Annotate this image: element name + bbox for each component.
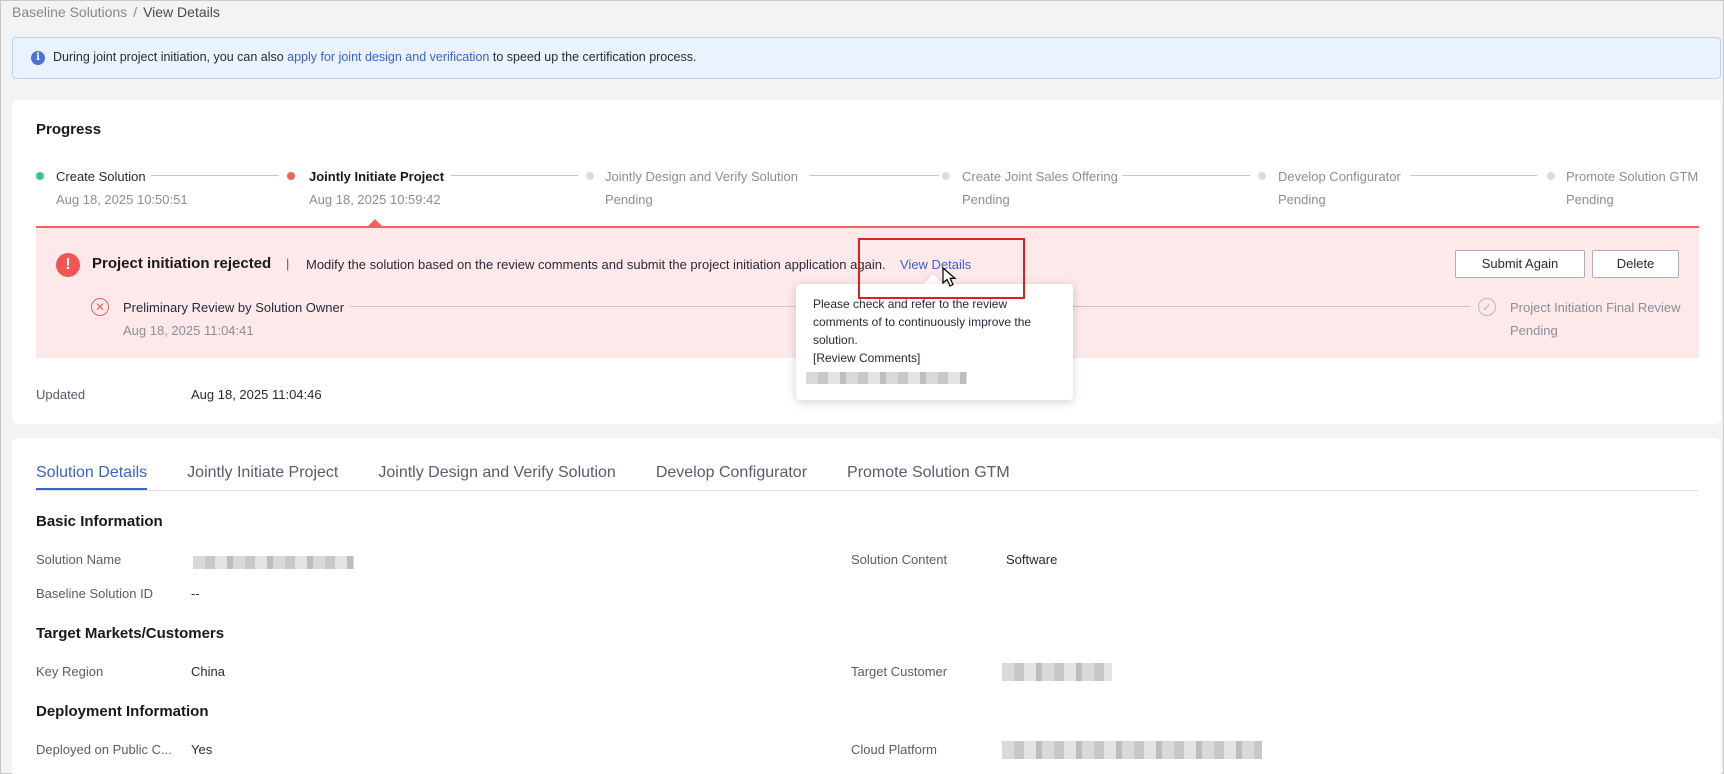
substep-preliminary-review: Preliminary Review by Solution Owner bbox=[123, 300, 345, 315]
key-region-value: China bbox=[191, 664, 225, 679]
mouse-cursor-icon bbox=[942, 267, 957, 287]
step-promote-solution-gtm: Promote Solution GTM bbox=[1566, 169, 1699, 184]
info-banner: i During joint project initiation, you c… bbox=[12, 37, 1721, 79]
redacted-solution-name bbox=[193, 554, 354, 572]
info-icon: i bbox=[31, 51, 45, 65]
step-status-dot bbox=[287, 172, 295, 180]
step-status-dot bbox=[1547, 172, 1555, 180]
step-jointly-design-verify: Jointly Design and Verify Solution bbox=[605, 169, 798, 184]
rejection-divider: | bbox=[286, 256, 290, 271]
step-status: Pending bbox=[605, 192, 653, 207]
step-connector bbox=[1122, 175, 1250, 176]
error-icon: ! bbox=[56, 253, 80, 277]
breadcrumb-separator: / bbox=[133, 4, 138, 20]
solution-content-label: Solution Content bbox=[851, 552, 948, 567]
info-banner-text: During joint project initiation, you can… bbox=[53, 50, 697, 64]
step-status: Pending bbox=[1566, 192, 1614, 207]
substep-status: Pending bbox=[1510, 323, 1558, 338]
breadcrumb-parent-link[interactable]: Baseline Solutions bbox=[12, 4, 127, 20]
step-connector bbox=[151, 175, 279, 176]
substep-final-review: Project Initiation Final Review bbox=[1510, 300, 1681, 315]
review-comments-tooltip: Please check and refer to the review com… bbox=[796, 284, 1073, 400]
cloud-platform-label: Cloud Platform bbox=[851, 742, 937, 757]
step-create-joint-sales-offering: Create Joint Sales Offering bbox=[962, 169, 1118, 184]
step-status-dot bbox=[1258, 172, 1266, 180]
step-connector bbox=[451, 175, 578, 176]
tab-promote-solution-gtm[interactable]: Promote Solution GTM bbox=[847, 464, 1010, 490]
step-connector bbox=[809, 175, 939, 176]
step-status: Pending bbox=[962, 192, 1010, 207]
step-date: Aug 18, 2025 10:59:42 bbox=[309, 192, 441, 207]
deployment-heading: Deployment Information bbox=[36, 703, 209, 720]
rejected-x-icon: ✕ bbox=[91, 298, 109, 316]
progress-title: Progress bbox=[36, 121, 102, 138]
tabs-divider bbox=[36, 490, 1699, 491]
step-status-dot bbox=[942, 172, 950, 180]
updated-value: Aug 18, 2025 11:04:46 bbox=[191, 387, 322, 402]
joint-design-link[interactable]: apply for joint design and verification bbox=[287, 50, 489, 64]
step-status-dot bbox=[36, 172, 44, 180]
rejection-message: Modify the solution based on the review … bbox=[306, 257, 886, 272]
step-date: Aug 18, 2025 10:50:51 bbox=[56, 192, 188, 207]
basic-info-heading: Basic Information bbox=[36, 513, 163, 530]
detail-tabs: Solution Details Jointly Initiate Projec… bbox=[36, 464, 1010, 490]
tab-develop-configurator[interactable]: Develop Configurator bbox=[656, 464, 807, 490]
submit-again-button[interactable]: Submit Again bbox=[1455, 250, 1585, 278]
public-cloud-label: Deployed on Public C... bbox=[36, 742, 172, 757]
breadcrumb: Baseline Solutions / View Details bbox=[12, 4, 220, 20]
rejection-title: Project initiation rejected bbox=[92, 255, 272, 272]
step-jointly-initiate-project: Jointly Initiate Project bbox=[309, 169, 445, 184]
step-develop-configurator: Develop Configurator bbox=[1278, 169, 1401, 184]
substep-date: Aug 18, 2025 11:04:41 bbox=[123, 323, 254, 338]
solution-name-label: Solution Name bbox=[36, 552, 122, 567]
breadcrumb-current: View Details bbox=[143, 4, 220, 20]
step-create-solution: Create Solution bbox=[56, 169, 146, 184]
baseline-id-value: -- bbox=[191, 586, 200, 601]
target-customer-label: Target Customer bbox=[851, 664, 948, 679]
target-markets-heading: Target Markets/Customers bbox=[36, 625, 225, 642]
delete-button[interactable]: Delete bbox=[1592, 250, 1679, 278]
solution-content-value: Software bbox=[1006, 552, 1058, 567]
tab-solution-details[interactable]: Solution Details bbox=[36, 464, 148, 490]
step-status-dot bbox=[586, 172, 594, 180]
tab-jointly-design-verify[interactable]: Jointly Design and Verify Solution bbox=[378, 464, 615, 490]
step-connector bbox=[1410, 175, 1537, 176]
tab-jointly-initiate-project[interactable]: Jointly Initiate Project bbox=[187, 464, 338, 490]
baseline-id-label: Baseline Solution ID bbox=[36, 586, 154, 601]
public-cloud-value: Yes bbox=[191, 742, 213, 757]
redacted-review-comment bbox=[806, 368, 1056, 386]
redacted-cloud-platform bbox=[1002, 741, 1262, 759]
key-region-label: Key Region bbox=[36, 664, 104, 679]
step-status: Pending bbox=[1278, 192, 1326, 207]
redacted-target-customer bbox=[1002, 663, 1112, 681]
check-circle-icon: ✓ bbox=[1478, 298, 1496, 316]
updated-label: Updated bbox=[36, 387, 86, 402]
